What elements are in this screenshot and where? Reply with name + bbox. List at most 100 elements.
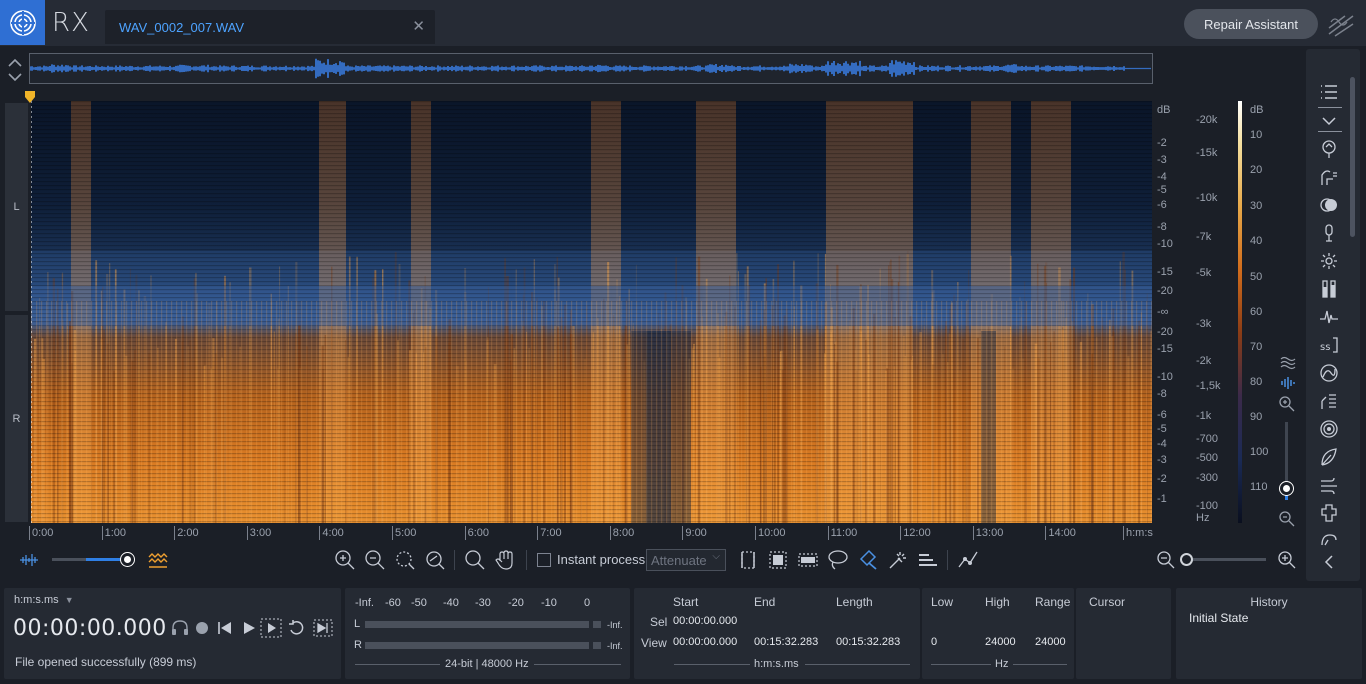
spectrogram-view[interactable] <box>31 101 1152 523</box>
instant-process-checkbox[interactable] <box>537 553 551 567</box>
selection-start-value[interactable]: 00:00:00.000 <box>673 615 737 627</box>
zoom-out-icon[interactable] <box>364 549 386 571</box>
meter-right-clip <box>593 642 601 649</box>
play-to-end-icon[interactable] <box>313 618 333 638</box>
frequency-scale-label: -100 <box>1196 500 1219 512</box>
go-to-start-icon[interactable] <box>216 620 234 636</box>
de-crackle-icon[interactable] <box>1319 307 1339 327</box>
repair-assistant-button[interactable]: Repair Assistant <box>1184 9 1318 39</box>
meter-right-bar <box>365 642 589 649</box>
frequency-scale-label: -500 <box>1196 452 1219 464</box>
chevron-down-icon[interactable] <box>1319 111 1339 131</box>
record-button-icon[interactable] <box>194 620 210 636</box>
headphones-icon[interactable] <box>171 619 189 637</box>
instant-process-mode-select[interactable]: Attenuate ⌵ <box>646 549 726 571</box>
frequency-scale-label: -300 <box>1196 472 1219 484</box>
history-title: History <box>1250 595 1288 609</box>
blend-slider-thumb[interactable] <box>121 553 134 566</box>
de-wind-icon[interactable] <box>1319 447 1339 467</box>
spectral-repair-icon[interactable] <box>1319 503 1339 523</box>
harmonic-selection-icon[interactable] <box>917 549 939 571</box>
horizontal-zoom-slider[interactable] <box>1180 553 1266 566</box>
zoom-out-vertical-icon[interactable] <box>1278 510 1296 528</box>
color-scale-label: 110 <box>1250 481 1268 493</box>
spectrogram-mode-icon[interactable] <box>1279 374 1297 392</box>
brush-tool-icon[interactable] <box>857 549 879 571</box>
attenuate-value: Attenuate <box>651 553 707 568</box>
frequency-scale-label: -7k <box>1196 231 1212 243</box>
frequency-selection-tool-icon[interactable] <box>797 549 819 571</box>
history-item[interactable]: Initial State <box>1189 611 1248 625</box>
view-low-value[interactable]: 0 <box>931 636 937 648</box>
view-range-value[interactable]: 24000 <box>1035 636 1066 648</box>
time-frequency-selection-tool-icon[interactable] <box>767 549 789 571</box>
waveform-mode-icon[interactable] <box>1279 354 1297 372</box>
gain-envelope-icon[interactable] <box>957 549 979 571</box>
rx-logo-icon[interactable] <box>0 0 45 45</box>
vertical-zoom-slider[interactable] <box>1280 422 1293 500</box>
horizontal-zoom-in-icon[interactable] <box>1276 549 1298 571</box>
horizontal-zoom-out-icon[interactable] <box>1155 549 1177 571</box>
view-start-value[interactable]: 00:00:00.000 <box>673 636 737 648</box>
time-ruler-label: 12:00 <box>903 527 931 539</box>
loop-icon[interactable] <box>287 618 307 638</box>
de-bleed-icon[interactable] <box>1319 195 1339 215</box>
module-list-scrollbar[interactable] <box>1350 77 1355 237</box>
de-click-icon[interactable] <box>1319 139 1339 159</box>
zoom-to-selection-icon[interactable] <box>394 549 416 571</box>
play-selection-icon[interactable] <box>260 618 282 638</box>
de-clip-icon[interactable] <box>1319 279 1339 299</box>
dialogue-contour-icon[interactable] <box>1319 531 1339 551</box>
time-selection-tool-icon[interactable] <box>737 549 759 571</box>
freq-unit-label: Hz <box>995 658 1009 670</box>
view-length-value[interactable]: 00:15:32.283 <box>836 636 900 648</box>
de-reverb-icon[interactable] <box>1319 391 1339 411</box>
view-high-value[interactable]: 24000 <box>985 636 1016 648</box>
db-scale-label: -6 <box>1157 199 1167 211</box>
close-icon[interactable]: ✕ <box>412 17 425 35</box>
zoom-in-vertical-icon[interactable] <box>1278 395 1296 413</box>
dialogue-isolate-icon[interactable] <box>1319 475 1339 495</box>
collapse-overview-icon[interactable] <box>6 56 24 84</box>
de-rustle-icon[interactable] <box>1319 419 1339 439</box>
waveform-overview[interactable] <box>29 53 1153 84</box>
zoom-in-icon[interactable] <box>334 549 356 571</box>
time-ruler-label: 9:00 <box>685 527 707 539</box>
view-end-value[interactable]: 00:15:32.283 <box>754 636 818 648</box>
waveform-opacity-icon[interactable] <box>18 549 40 571</box>
file-tab[interactable]: WAV_0002_007.WAV ✕ <box>105 10 435 44</box>
frequency-scale-label: -3k <box>1196 318 1212 330</box>
de-plosive-icon[interactable] <box>1319 363 1339 383</box>
horizontal-zoom-thumb[interactable] <box>1180 553 1193 566</box>
waveform-spectrogram-blend-slider[interactable] <box>52 553 134 566</box>
zoom-tool-icon[interactable] <box>464 549 486 571</box>
frequency-scale-label: -20k <box>1196 114 1218 126</box>
length-header: Length <box>836 595 873 609</box>
module-list-icon[interactable] <box>1319 82 1339 102</box>
time-format-select[interactable]: h:m:s.ms ▼ <box>14 594 74 606</box>
mouth-declick-icon[interactable] <box>1319 223 1339 243</box>
play-icon[interactable] <box>241 620 257 636</box>
panel-divider <box>1318 131 1342 132</box>
high-header: High <box>985 595 1010 609</box>
channel-left-toggle[interactable]: L <box>5 103 28 311</box>
signal-monitor-icon[interactable] <box>1325 10 1357 40</box>
time-ruler[interactable]: 0:00 1:00 2:00 3:00 4:00 5:00 6:00 7:00 8:00 9:00… <box>29 523 1154 545</box>
caret-down-icon: ▼ <box>64 595 74 605</box>
audio-format: 24-bit | 48000 Hz <box>445 658 529 670</box>
zoom-fit-icon[interactable] <box>424 549 446 571</box>
collapse-panel-icon[interactable] <box>1319 552 1339 572</box>
spectrogram-opacity-icon[interactable] <box>147 549 169 571</box>
channel-right-toggle[interactable]: R <box>5 315 28 522</box>
toolbar-separator <box>526 550 527 570</box>
color-scale-label: 60 <box>1250 306 1263 318</box>
breath-control-icon[interactable] <box>1319 167 1339 187</box>
de-hum-icon[interactable] <box>1319 251 1339 271</box>
vertical-zoom-thumb[interactable] <box>1280 482 1293 495</box>
lasso-tool-icon[interactable] <box>827 549 849 571</box>
hand-tool-icon[interactable] <box>494 549 516 571</box>
meter-channel-right-label: R <box>354 639 362 651</box>
de-ess-icon[interactable]: ss <box>1319 335 1339 355</box>
magic-wand-icon[interactable] <box>887 549 909 571</box>
color-bar <box>1238 101 1242 523</box>
